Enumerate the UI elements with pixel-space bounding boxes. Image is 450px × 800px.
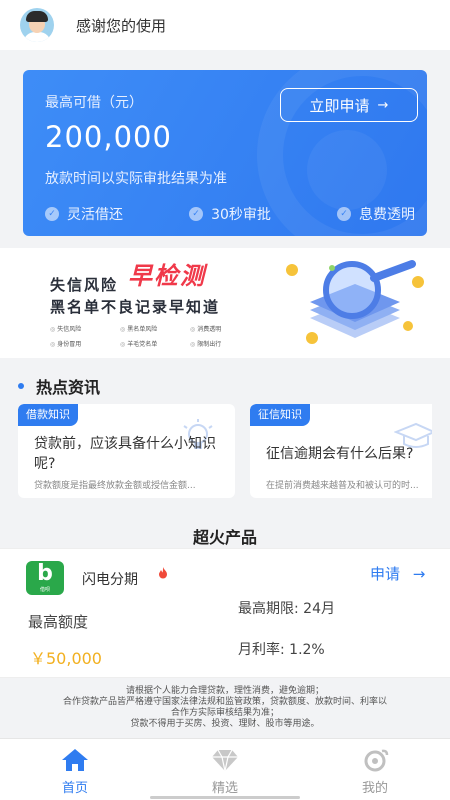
greeting-text: 感谢您的使用	[76, 16, 167, 35]
home-indicator	[150, 796, 300, 799]
banner-tags: 失信风险 黑名单风险 消费透明 身份冒用 羊毛党名单 限制出行	[50, 324, 260, 348]
feature-item: ✓ 30秒审批	[189, 204, 271, 224]
limit-label: 最高额度	[28, 613, 89, 631]
limit-amount: 200,000	[45, 120, 172, 154]
product-logo: b 借呗	[26, 561, 64, 595]
feature-item: ✓ 灵活借还	[45, 204, 123, 224]
news-title: 征信逾期会有什么后果?	[266, 446, 414, 462]
feature-list: ✓ 灵活借还 ✓ 30秒审批 ✓ 息费透明	[45, 204, 415, 224]
tab-home[interactable]: 首页	[0, 739, 150, 800]
loan-limit-card: 最高可借（元） 200,000 放款时间以实际审批结果为准 立即申请 → ✓ 灵活…	[23, 70, 427, 236]
limit-value: ￥50,000	[30, 649, 102, 668]
products-section-heading: 超火产品	[192, 528, 257, 547]
arrow-right-icon: →	[412, 565, 426, 583]
check-icon: ✓	[45, 207, 59, 221]
tab-profile[interactable]: 我的	[300, 739, 450, 800]
max-term: 最高期限: 24月	[238, 601, 335, 617]
banner-line1: 失信风险	[50, 276, 119, 294]
top-bar: 感谢您的使用	[0, 0, 450, 50]
news-tag: 借款知识	[18, 404, 78, 426]
news-title: 贷款前，应该具备什么小知识呢?	[34, 436, 216, 472]
product-apply-button[interactable]: 申请 →	[370, 563, 425, 584]
avatar[interactable]	[20, 8, 54, 42]
arrow-right-icon: →	[377, 97, 389, 113]
diamond-icon	[212, 749, 238, 772]
magnifier-illustration-icon	[286, 260, 424, 344]
product-card[interactable]: b 借呗 闪电分期 申请 → 最高额度 ￥50,000 最高期限: 24月 月利…	[0, 548, 450, 678]
apply-now-button[interactable]: 立即申请 →	[280, 88, 418, 122]
bottom-tab-bar: 首页 精选 我的	[0, 738, 450, 800]
banner-highlight: 早检测	[128, 262, 206, 290]
product-name: 闪电分期	[82, 572, 138, 588]
news-tag: 征信知识	[250, 404, 310, 426]
check-icon: ✓	[189, 207, 204, 221]
profile-icon	[364, 749, 389, 772]
check-icon: ✓	[336, 207, 351, 221]
news-card[interactable]: 征信知识 征信逾期会有什么后果? 在提前消费越来越普及和被认可的时...	[250, 404, 432, 498]
credit-check-banner[interactable]: 失信风险 早检测 黑名单不良记录早知道 失信风险 黑名单风险 消费透明 身份冒用…	[0, 248, 450, 358]
fire-icon	[159, 567, 167, 579]
limit-label: 最高可借（元）	[45, 95, 143, 111]
news-section-heading: 热点资讯	[18, 374, 100, 398]
monthly-rate: 月利率: 1.2%	[238, 642, 325, 658]
feature-item: ✓ 息费透明	[336, 204, 415, 224]
tab-featured[interactable]: 精选	[150, 739, 300, 800]
bullet-dot-icon	[18, 383, 24, 389]
banner-line2: 黑名单不良记录早知道	[50, 298, 221, 316]
apply-now-label: 立即申请	[309, 96, 370, 115]
news-card[interactable]: 借款知识 贷款前，应该具备什么小知识呢? 贷款额度是指最终放款金额或授信金额..…	[18, 404, 235, 498]
news-summary: 在提前消费越来越普及和被认可的时...	[266, 481, 419, 491]
home-icon	[62, 749, 88, 771]
disclaimer: 请根据个人能力合理贷款，理性消费，避免逾期； 合作贷款产品皆严格遵守国家法律法规…	[62, 686, 387, 729]
loan-note: 放款时间以实际审批结果为准	[45, 171, 227, 187]
news-summary: 贷款额度是指最终放款金额或授信金额...	[34, 481, 196, 491]
